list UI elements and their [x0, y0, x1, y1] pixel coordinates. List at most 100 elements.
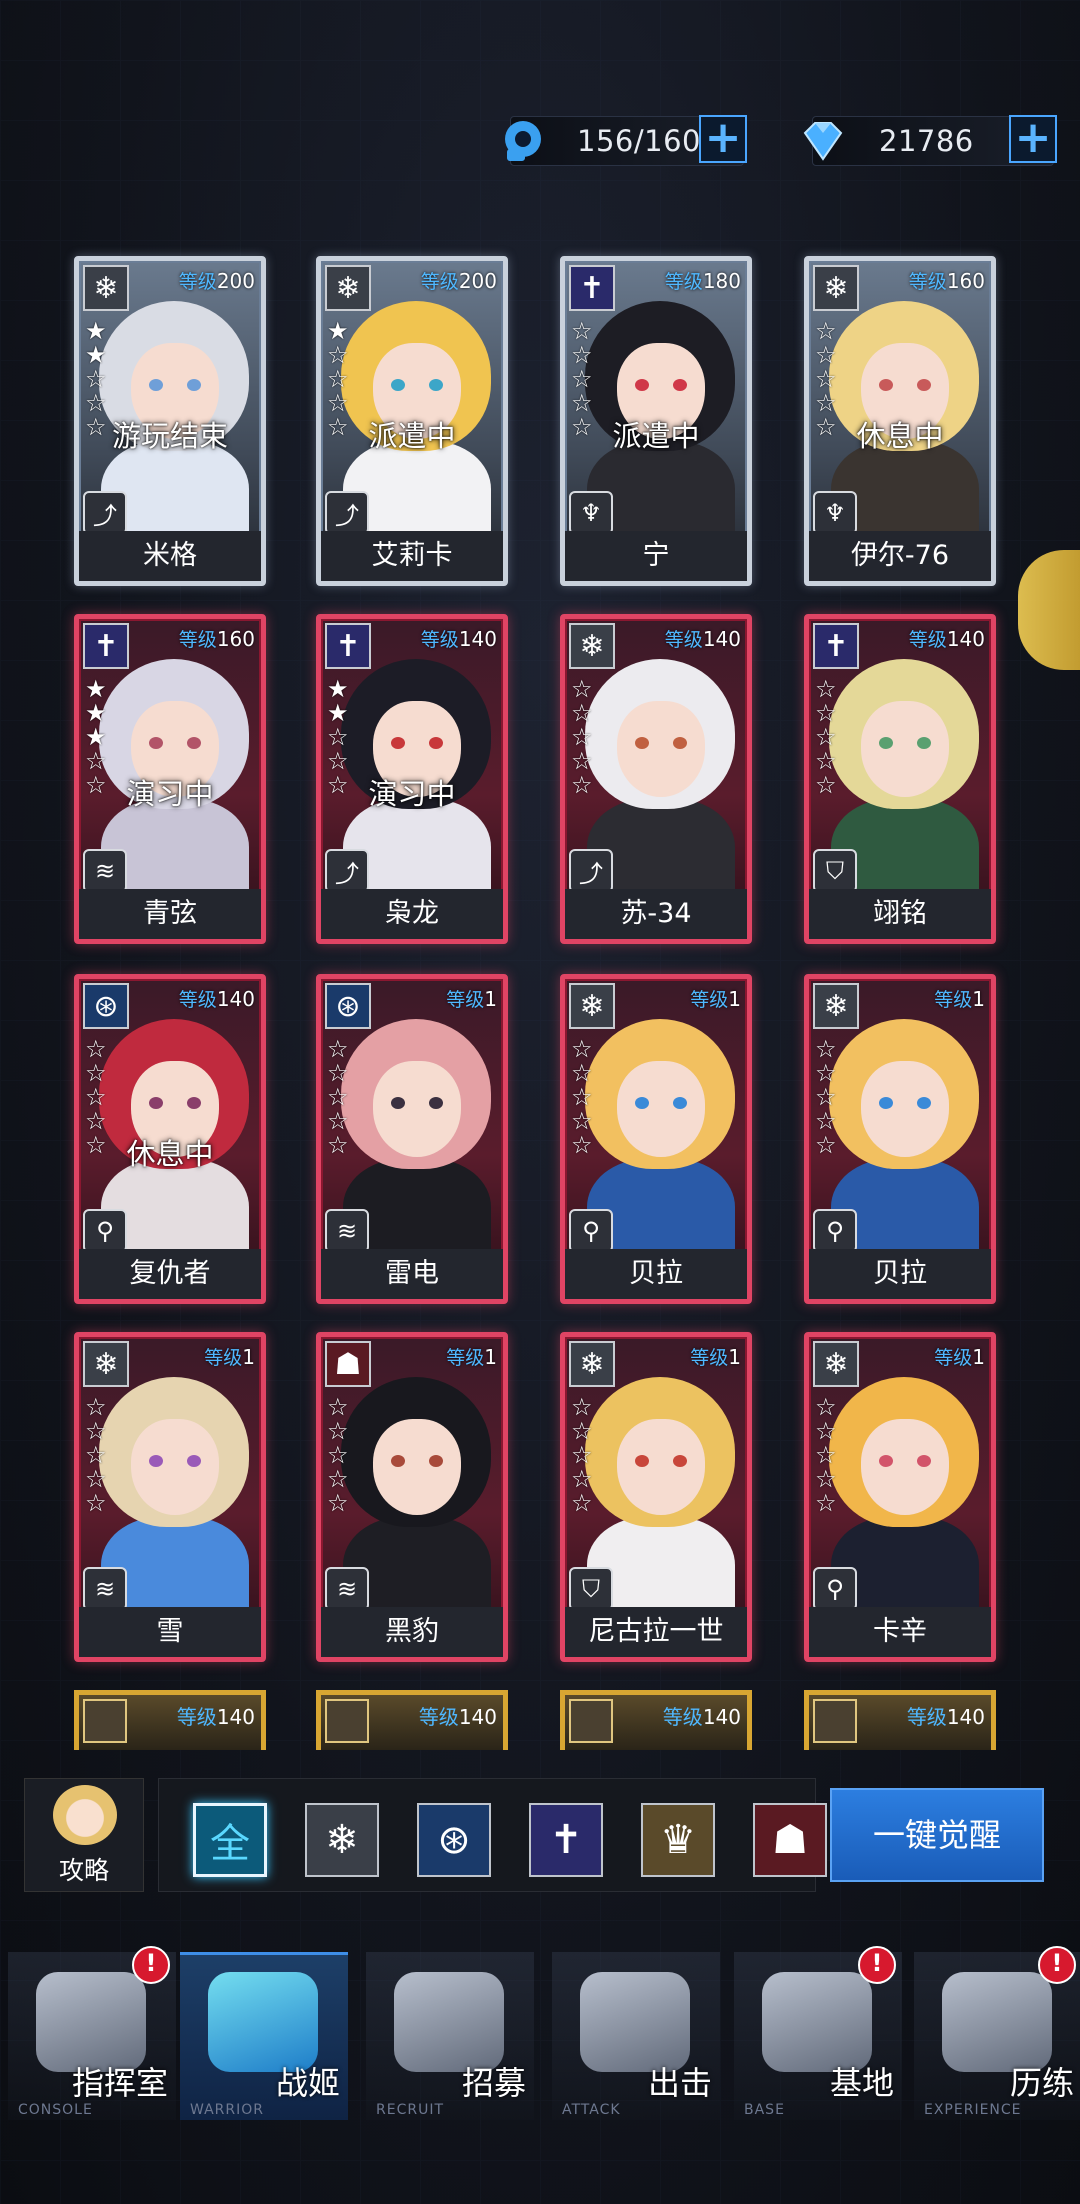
level-prefix: 等级: [662, 1705, 703, 1729]
nav-attack[interactable]: 出击 ATTACK: [552, 1952, 720, 2120]
star-icon: ☆: [571, 747, 593, 775]
element-icon: [569, 1699, 613, 1743]
element-icon: [813, 1699, 857, 1743]
nav-base[interactable]: 基地 BASE!: [734, 1946, 902, 2120]
ice-element-icon: ❄: [325, 265, 371, 311]
character-card[interactable]: ❄ 等级140 ☆ ☆ ☆ ☆ ☆ ⤴ 苏-34: [560, 614, 752, 944]
level-prefix: 等级: [178, 989, 217, 1011]
character-card[interactable]: ❄ 等级1 ☆ ☆ ☆ ☆ ☆ ⛉ 尼古拉一世: [560, 1332, 752, 1662]
character-card[interactable]: ⊛ 等级140 ☆ ☆ ☆ ☆ ☆ 休息中 ⚲ 复仇者: [74, 974, 266, 1304]
level-prefix: 等级: [176, 1705, 217, 1729]
level-prefix: 等级: [178, 271, 217, 293]
level-label: 等级140: [179, 985, 255, 1012]
nav-console[interactable]: 指挥室 CONSOLE!: [8, 1946, 176, 2120]
add-diamond-button[interactable]: +: [1009, 115, 1057, 163]
character-card[interactable]: ❄ 等级1 ☆ ☆ ☆ ☆ ☆ ⚲ 卡辛: [804, 1332, 996, 1662]
class-icon: ≋: [83, 1567, 127, 1611]
guide-button[interactable]: 攻略: [24, 1778, 144, 1892]
portrait-eye: [917, 737, 931, 749]
portrait-eye: [391, 379, 405, 391]
nav-sublabel: CONSOLE: [18, 2102, 93, 2118]
character-card-partial[interactable]: 等级140: [316, 1690, 508, 1750]
portrait-eye: [673, 1455, 687, 1467]
character-card-partial[interactable]: 等级140: [804, 1690, 996, 1750]
character-card[interactable]: ☗ 等级1 ☆ ☆ ☆ ☆ ☆ ≋ 黑豹: [316, 1332, 508, 1662]
character-card[interactable]: ❄ 等级1 ☆ ☆ ☆ ☆ ☆ ⚲ 贝拉: [560, 974, 752, 1304]
star-icon: ☆: [327, 723, 349, 751]
character-card-partial[interactable]: 等级140: [74, 1690, 266, 1750]
character-card[interactable]: ✝ 等级140 ★ ★ ☆ ☆ ☆ 演习中 ⤴ 枭龙: [316, 614, 508, 944]
star-icon: ☆: [85, 389, 107, 417]
portrait-eye: [879, 737, 893, 749]
class-icon: ≋: [325, 1567, 369, 1611]
add-stamina-button[interactable]: +: [699, 115, 747, 163]
level-prefix: 等级: [908, 271, 947, 293]
star-icon: ☆: [571, 1131, 593, 1159]
star-rating: ☆ ☆ ☆ ☆ ☆: [327, 1037, 353, 1157]
character-card[interactable]: ❄ 等级200 ★ ★ ☆ ☆ ☆ 游玩结束 ⤴ 米格: [74, 256, 266, 586]
character-card[interactable]: ✝ 等级140 ☆ ☆ ☆ ☆ ☆ ⛉ 翊铭: [804, 614, 996, 944]
character-card[interactable]: ✝ 等级180 ☆ ☆ ☆ ☆ ☆ 派遣中 ♆ 宁: [560, 256, 752, 586]
level-label: 等级140: [421, 625, 497, 652]
level-label: 等级1: [690, 985, 741, 1012]
star-icon: ★: [85, 723, 107, 751]
level-label: 等级1: [934, 985, 985, 1012]
portrait-eye: [149, 737, 163, 749]
star-icon: ☆: [571, 1489, 593, 1517]
character-card-partial[interactable]: 等级140: [560, 1690, 752, 1750]
level-value: 140: [946, 627, 985, 651]
class-icon: ⚲: [813, 1209, 857, 1253]
ice-element-icon[interactable]: ❄: [305, 1803, 379, 1877]
character-card[interactable]: ✝ 等级160 ★ ★ ★ ☆ ☆ 演习中 ≋ 青弦: [74, 614, 266, 944]
star-icon: ★: [327, 317, 349, 345]
nav-warrior[interactable]: 战姬 WARRIOR: [180, 1952, 348, 2120]
nav-recruit[interactable]: 招募 RECRUIT: [366, 1952, 534, 2120]
ice-element-icon: ❄: [569, 623, 615, 669]
ice-element-icon: ❄: [569, 1341, 615, 1387]
level-value: 1: [972, 1345, 985, 1369]
star-icon: ☆: [327, 341, 349, 369]
lightning-element-icon[interactable]: ✝: [529, 1803, 603, 1877]
star-icon: ★: [327, 675, 349, 703]
element-icon: [325, 1699, 369, 1743]
nav-warrior-icon: [208, 1972, 318, 2072]
wind-element-icon[interactable]: ⊛: [417, 1803, 491, 1877]
portrait-eye: [429, 379, 443, 391]
character-card[interactable]: ❄ 等级1 ☆ ☆ ☆ ☆ ☆ ⚲ 贝拉: [804, 974, 996, 1304]
fire-element-icon[interactable]: ☗: [753, 1803, 827, 1877]
character-card[interactable]: ❄ 等级1 ☆ ☆ ☆ ☆ ☆ ≋ 雪: [74, 1332, 266, 1662]
lion-element-icon[interactable]: ♛: [641, 1803, 715, 1877]
character-card[interactable]: ⊛ 等级1 ☆ ☆ ☆ ☆ ☆ ≋ 雷电: [316, 974, 508, 1304]
nav-label: 基地: [829, 2064, 894, 2102]
character-card[interactable]: ❄ 等级160 ☆ ☆ ☆ ☆ ☆ 休息中 ♆ 伊尔-76: [804, 256, 996, 586]
portrait-eye: [187, 737, 201, 749]
portrait-eye: [149, 379, 163, 391]
portrait-eye: [635, 737, 649, 749]
star-rating: ☆ ☆ ☆ ☆ ☆: [85, 1395, 111, 1515]
one-click-awaken-button[interactable]: 一键觉醒: [830, 1788, 1044, 1882]
level-prefix: 等级: [908, 629, 947, 651]
nav-experience[interactable]: 历练 EXPERIENCE!: [914, 1946, 1080, 2120]
portrait-eye: [635, 1097, 649, 1109]
side-floating-button[interactable]: [1018, 550, 1080, 670]
level-label: 等级140: [177, 1701, 255, 1730]
level-value: 1: [484, 1345, 497, 1369]
level-prefix: 等级: [690, 1347, 729, 1369]
guide-label: 攻略: [58, 1856, 109, 1885]
level-value: 140: [946, 1705, 985, 1729]
all-tab[interactable]: 全: [193, 1803, 267, 1877]
character-card[interactable]: ❄ 等级200 ★ ☆ ☆ ☆ ☆ 派遣中 ⤴ 艾莉卡: [316, 256, 508, 586]
nav-label: 招募: [461, 2064, 526, 2102]
star-icon: ★: [85, 675, 107, 703]
portrait-face: [861, 1419, 949, 1515]
status-label: 游玩结束: [111, 419, 228, 453]
portrait-eye: [149, 1455, 163, 1467]
level-label: 等级200: [421, 267, 497, 294]
level-label: 等级1: [690, 1343, 741, 1370]
character-name: 雪: [79, 1607, 261, 1657]
stamina-head-icon: [493, 113, 549, 169]
level-label: 等级180: [665, 267, 741, 294]
level-prefix: 等级: [420, 629, 459, 651]
class-icon: ⚲: [813, 1567, 857, 1611]
wind-element-icon: ⊛: [325, 983, 371, 1029]
